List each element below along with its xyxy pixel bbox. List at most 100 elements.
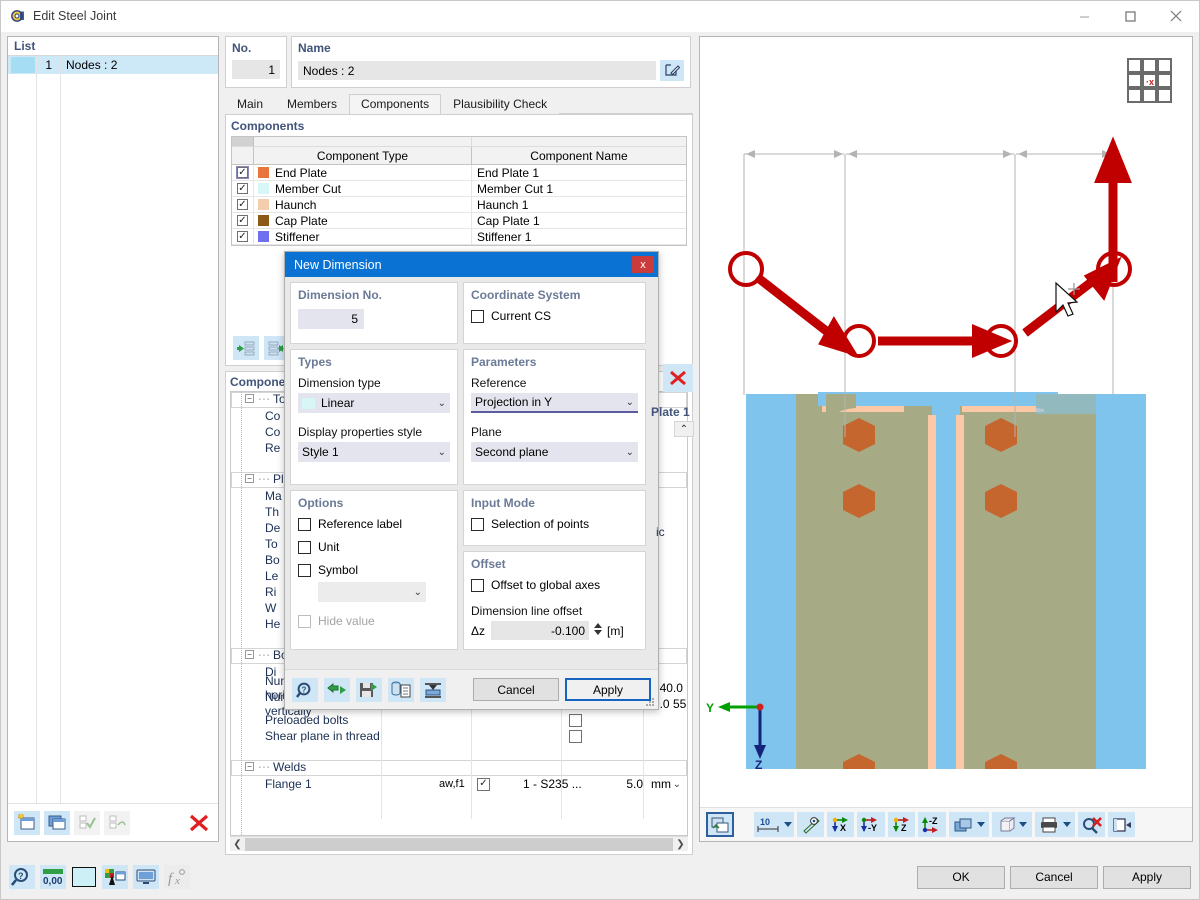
palette-window-icon[interactable] [102,865,128,889]
chevron-down-icon[interactable]: ⌄ [626,447,634,458]
current-cs-checkbox[interactable] [471,309,484,323]
axis-x-icon[interactable]: X [827,812,854,837]
zoom-factor-combo[interactable]: 10 [754,812,794,837]
chevron-down-icon[interactable]: ⌄ [673,779,681,790]
offset-value-input[interactable]: -0.100 [491,621,603,640]
expand-toggle[interactable]: − [245,650,254,659]
table-row[interactable]: ✓ Haunch Haunch 1 [232,197,686,213]
symbol-row[interactable]: Symbol [298,563,450,577]
dialog-apply-button[interactable]: Apply [565,678,651,701]
align-center-icon[interactable] [420,677,446,702]
chevron-up-icon[interactable]: ⌃ [674,421,694,437]
table-row[interactable]: ✓ Member Cut Member Cut 1 [232,181,686,197]
detail-horizontal-scrollbar[interactable]: ❮ ❯ [230,836,688,851]
reference-select[interactable]: Projection in Y ⌄ [471,393,638,413]
expand-toggle[interactable]: − [245,762,254,771]
chevron-down-icon[interactable] [784,822,792,827]
copy-window-icon[interactable] [44,810,70,835]
print-combo[interactable] [1035,812,1075,837]
dimension-no-input[interactable]: 5 [298,309,364,329]
list-item[interactable]: 1 Nodes : 2 [8,56,218,74]
row-checkbox[interactable]: ✓ [237,183,248,194]
ok-button[interactable]: OK [917,865,1005,889]
tab-main[interactable]: Main [225,94,275,114]
preloaded-bolts-checkbox[interactable] [569,713,582,727]
chevron-down-icon[interactable]: ⌄ [626,397,634,408]
new-window-icon[interactable] [14,810,40,835]
dimension-type-select[interactable]: Linear ⌄ [298,393,450,413]
symbol-select[interactable]: ⌄ [318,582,426,602]
cancel-button[interactable]: Cancel [1010,865,1098,889]
table-row[interactable]: ✓ Stiffener Stiffener 1 [232,229,686,245]
unit-row[interactable]: Unit [298,540,450,554]
resize-grip[interactable] [645,697,655,707]
magnifier-question-icon[interactable]: ? [292,677,318,702]
dialog-cancel-button[interactable]: Cancel [473,678,559,701]
shear-plane-checkbox[interactable] [569,729,582,743]
detail-row[interactable]: Shear plane in thread [231,728,687,744]
reference-label-checkbox[interactable] [298,517,311,531]
detail-row[interactable]: Preloaded bolts [231,712,687,728]
plane-select[interactable]: Second plane ⌄ [471,442,638,462]
symbol-checkbox[interactable] [298,563,311,577]
tab-plausibility-check[interactable]: Plausibility Check [441,94,559,114]
scroll-right-icon[interactable]: ❯ [673,839,688,850]
scroll-left-icon[interactable]: ❮ [230,839,245,850]
expand-toggle[interactable]: − [245,394,254,403]
weld-enabled-checkbox[interactable]: ✓ [477,777,490,791]
import-arrow-icon[interactable] [324,677,350,702]
red-x-icon[interactable] [186,811,212,835]
selection-of-points-row[interactable]: Selection of points [471,517,638,531]
display-style-select[interactable]: Style 1 ⌄ [298,442,450,462]
axis-z-icon[interactable]: Z [888,812,915,837]
table-row[interactable]: ✓ Cap Plate Cap Plate 1 [232,213,686,229]
chevron-down-icon[interactable]: ⌄ [414,587,422,598]
current-cs-row[interactable]: Current CS [471,309,638,323]
axis-negz-icon[interactable]: -Z [918,812,946,837]
ruler-eye-icon[interactable] [797,812,824,837]
color-swatch-icon[interactable] [71,865,97,889]
apply-button[interactable]: Apply [1103,865,1191,889]
scroll-thumb[interactable] [245,837,673,851]
copy-list-icon[interactable] [388,677,414,702]
chevron-down-icon[interactable] [1063,822,1071,827]
chevron-down-icon[interactable]: ⌄ [438,398,446,409]
monitor-icon[interactable] [133,865,159,889]
dialog-close-icon[interactable]: x [632,256,654,273]
minimize-button[interactable] [1061,1,1107,32]
save-floppy-icon[interactable] [356,677,382,702]
expand-toggle[interactable]: − [245,474,254,483]
chevron-down-icon[interactable]: ⌄ [438,447,446,458]
axis-negy-icon[interactable]: -Y [857,812,885,837]
no-value[interactable]: 1 [232,60,280,79]
view-cube-icon[interactable]: ·x [1126,57,1174,108]
check-all-icon[interactable] [74,810,100,835]
render-mode-icon[interactable] [706,812,734,837]
unit-checkbox[interactable] [298,540,311,554]
magnifier-red-x-icon[interactable] [1078,812,1105,837]
row-checkbox[interactable]: ✓ [237,199,248,210]
magnifier-question-icon[interactable]: ? [9,865,35,889]
arrow-left-rows-icon[interactable] [233,336,259,360]
detach-window-icon[interactable] [1108,812,1135,837]
table-row[interactable]: ✓ End Plate End Plate 1 [232,165,686,181]
row-checkbox[interactable]: ✓ [237,215,248,226]
tab-components[interactable]: Components [349,94,442,114]
hide-value-row[interactable]: Hide value [298,614,450,628]
numeric-000-icon[interactable]: 0,00 [40,865,66,889]
hide-value-checkbox[interactable] [298,614,311,628]
uncheck-all-icon[interactable] [104,810,130,835]
wireframe-box-combo[interactable] [992,812,1032,837]
delete-component-button[interactable] [663,364,693,392]
detail-row[interactable]: Flange 1 aw,f1 ✓ 1 - S235 ... 5.0 mm ⌄ [231,394,687,792]
3d-viewport[interactable]: Y Z ·x [700,37,1192,807]
offset-global-axes-checkbox[interactable] [471,578,484,592]
row-checkbox[interactable]: ✓ [236,166,249,179]
close-icon[interactable] [1153,1,1199,32]
tab-members[interactable]: Members [275,94,349,114]
chevron-down-icon[interactable] [977,822,985,827]
detail-group-row[interactable]: − ⋯ Welds [231,760,687,776]
edit-pencil-icon[interactable] [660,60,684,81]
reference-label-row[interactable]: Reference label [298,517,450,531]
spinner-arrows-icon[interactable] [594,622,603,636]
